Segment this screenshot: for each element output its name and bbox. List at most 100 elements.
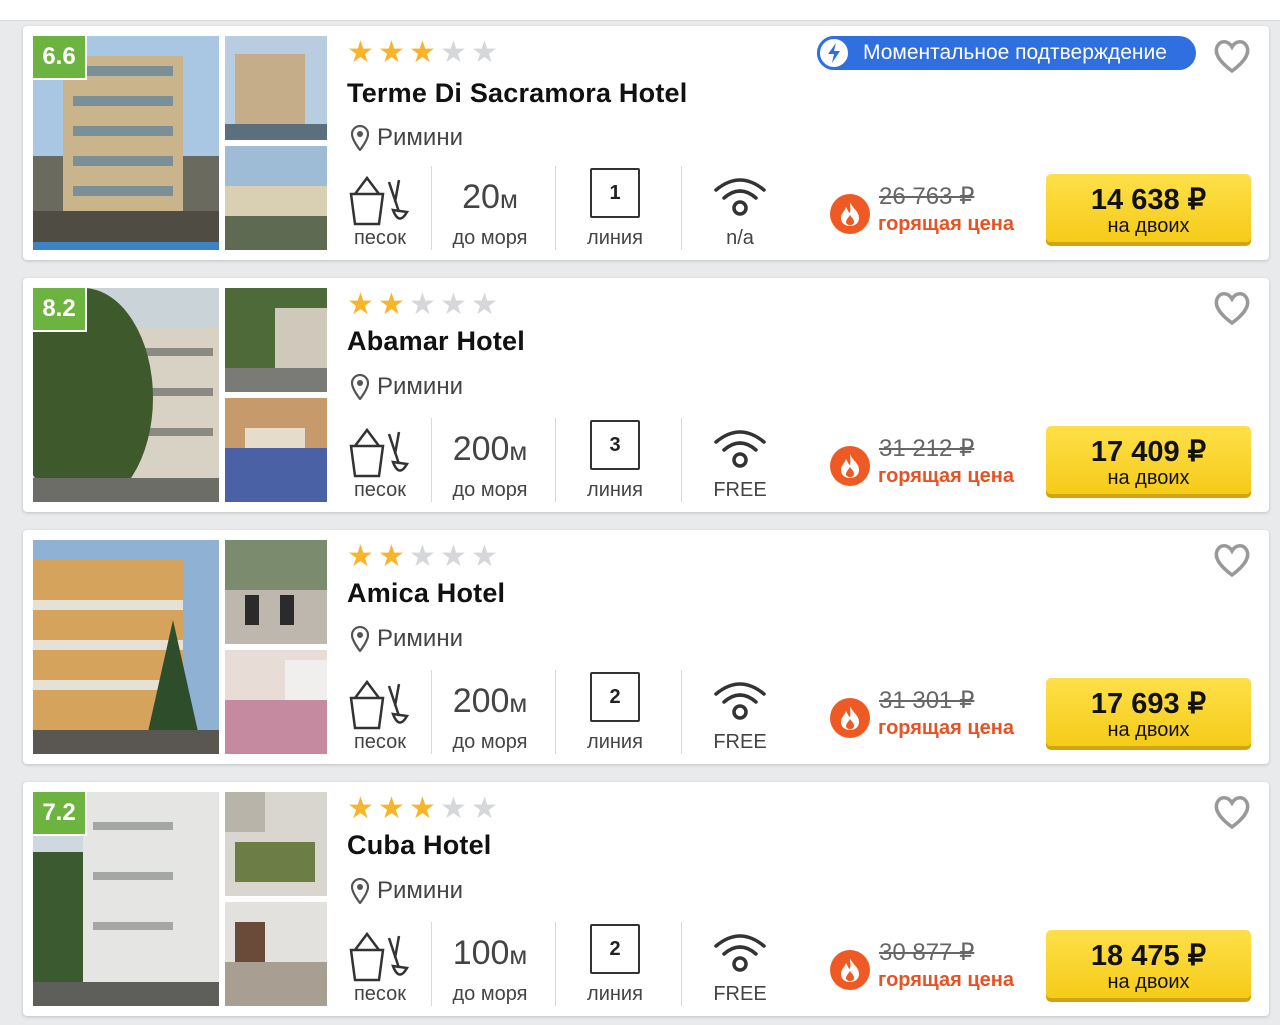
distance-unit: м [509, 940, 528, 970]
distance-to-sea: 200м до моря [452, 430, 528, 501]
heart-icon[interactable] [1213, 38, 1251, 74]
map-pin-icon [351, 878, 369, 904]
map-pin-icon [351, 626, 369, 652]
star-icon: ★ [409, 36, 436, 69]
hotel-name[interactable]: Abamar Hotel [347, 326, 525, 357]
price-amount: 18 475 ₽ [1090, 940, 1207, 972]
top-bar [0, 0, 1280, 21]
star-icon: ★ [440, 540, 467, 573]
star-icon: ★ [409, 288, 436, 321]
star-rating: ★ ★ ★ ★ ★ [346, 542, 499, 572]
divider [681, 670, 682, 754]
divider [431, 922, 432, 1006]
fire-icon [830, 446, 870, 486]
beach-type: песок [343, 418, 417, 502]
map-pin-icon [351, 374, 369, 400]
fire-icon [830, 194, 870, 234]
star-icon: ★ [378, 540, 405, 573]
hotel-photo-thumb[interactable] [225, 146, 327, 250]
divider [555, 670, 556, 754]
price-note: на двоих [1107, 971, 1190, 993]
distance-unit: м [509, 436, 528, 466]
price-note: на двоих [1107, 467, 1190, 489]
hot-price-label: горящая цена [878, 717, 1014, 739]
rating-badge: 7.2 [33, 792, 87, 836]
divider [431, 670, 432, 754]
beach-type: песок [343, 922, 417, 1006]
distance-unit: м [499, 184, 518, 214]
rating-badge: 8.2 [33, 288, 87, 332]
star-icon: ★ [471, 540, 498, 573]
star-icon: ★ [409, 540, 436, 573]
price-button[interactable]: 14 638 ₽ на двоих [1046, 174, 1251, 242]
star-icon: ★ [471, 36, 498, 69]
hotel-location: Римини [351, 625, 463, 653]
star-rating: ★ ★ ★ ★ ★ [346, 290, 499, 320]
beach-bucket-icon [349, 427, 409, 478]
city-label: Римини [377, 124, 463, 151]
price-note: на двоих [1107, 719, 1190, 741]
distance-to-sea: 200м до моря [452, 682, 528, 753]
hot-price-label: горящая цена [878, 465, 1014, 487]
beach-bucket-icon [349, 931, 409, 982]
star-icon: ★ [347, 540, 374, 573]
distance-to-sea: 20м до моря [452, 178, 528, 249]
city-label: Римини [377, 373, 463, 400]
hotel-photo-thumb[interactable] [225, 540, 327, 644]
price-button[interactable]: 18 475 ₽ на двоих [1046, 930, 1251, 998]
hotel-card[interactable]: ★ ★ ★ ★ ★ Amica Hotel Римини песок 200м … [23, 530, 1269, 764]
star-icon: ★ [378, 288, 405, 321]
heart-icon[interactable] [1213, 290, 1251, 326]
divider [431, 166, 432, 250]
rating-badge: 6.6 [33, 36, 87, 80]
star-icon: ★ [471, 792, 498, 825]
city-label: Римини [377, 877, 463, 904]
price-amount: 17 409 ₽ [1090, 436, 1207, 468]
star-rating: ★ ★ ★ ★ ★ [346, 794, 499, 824]
star-icon: ★ [471, 288, 498, 321]
hotel-card[interactable]: 7.2 ★ ★ ★ ★ ★ Cuba Hotel Римини песок 10… [23, 782, 1269, 1016]
price-button[interactable]: 17 693 ₽ на двоих [1046, 678, 1251, 746]
beach-type: песок [343, 166, 417, 250]
instant-badge-label: Моментальное подтверждение [863, 41, 1167, 64]
hotel-photo-thumb[interactable] [225, 36, 327, 140]
star-icon: ★ [440, 36, 467, 69]
wifi-icon [714, 682, 766, 720]
price-button[interactable]: 17 409 ₽ на двоих [1046, 426, 1251, 494]
heart-icon[interactable] [1213, 542, 1251, 578]
hotel-photo-thumb[interactable] [225, 902, 327, 1006]
divider [681, 418, 682, 502]
hotel-card[interactable]: 6.6 ★ ★ ★ ★ ★ Terme Di Sacramora Hotel Р… [23, 26, 1269, 260]
star-icon: ★ [440, 792, 467, 825]
distance-value: 20 [462, 178, 500, 216]
price-amount: 17 693 ₽ [1090, 688, 1207, 720]
fire-icon [830, 950, 870, 990]
star-icon: ★ [378, 792, 405, 825]
divider [681, 166, 682, 250]
hotel-photo-thumb[interactable] [225, 792, 327, 896]
star-icon: ★ [409, 792, 436, 825]
star-rating: ★ ★ ★ ★ ★ [346, 38, 499, 68]
divider [431, 418, 432, 502]
hotel-photo-thumb[interactable] [225, 650, 327, 754]
hotel-name[interactable]: Cuba Hotel [347, 830, 492, 861]
beach-line: 1 линия [563, 166, 667, 250]
hotel-name[interactable]: Amica Hotel [347, 578, 505, 609]
divider [555, 922, 556, 1006]
instant-confirmation-badge: Моментальное подтверждение [817, 36, 1196, 70]
divider [681, 922, 682, 1006]
beach-line: 2 линия [563, 922, 667, 1006]
wifi-icon [714, 934, 766, 972]
star-icon: ★ [347, 36, 374, 69]
heart-icon[interactable] [1213, 794, 1251, 830]
hotel-location: Римини [351, 124, 463, 152]
old-price: 26 763 ₽ [879, 183, 975, 210]
hotel-photo-thumb[interactable] [225, 398, 327, 502]
hotel-photo-thumb[interactable] [225, 288, 327, 392]
wifi-info: n/a [683, 166, 797, 250]
hotel-card[interactable]: 8.2 ★ ★ ★ ★ ★ Abamar Hotel Римини песок … [23, 278, 1269, 512]
distance-value: 200 [452, 682, 510, 720]
hotel-photo-main[interactable] [33, 540, 219, 754]
hotel-location: Римини [351, 373, 463, 401]
hotel-name[interactable]: Terme Di Sacramora Hotel [347, 78, 687, 109]
